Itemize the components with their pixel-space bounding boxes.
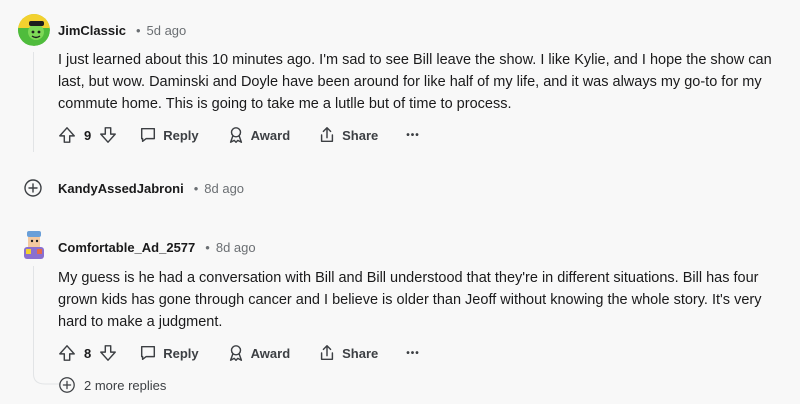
expand-plus-icon [59, 377, 75, 393]
reply-bubble-icon [141, 345, 156, 361]
award-label: Award [250, 345, 291, 361]
comment-age[interactable]: 8d ago [204, 181, 244, 196]
upvote-icon [59, 127, 75, 143]
comment-body: My guess is he had a conversation with B… [58, 270, 762, 330]
reply-label: Reply [163, 345, 199, 361]
comment-username[interactable]: KandyAssedJabroni [58, 181, 184, 196]
reply-bubble-icon [141, 127, 156, 143]
more-options-icon: ••• [406, 129, 420, 141]
share-button[interactable]: Share [318, 126, 378, 144]
more-options-button[interactable]: ••• [406, 130, 420, 141]
comment-age[interactable]: 5d ago [147, 23, 187, 38]
avatar-image [18, 229, 50, 261]
avatar-comfortable-ad-2577[interactable] [18, 229, 50, 261]
meta-separator: • [135, 23, 141, 38]
reply-button[interactable]: Reply [139, 126, 199, 144]
downvote-icon [100, 127, 117, 143]
more-options-button[interactable]: ••• [406, 348, 420, 359]
more-options-icon: ••• [406, 347, 420, 359]
thread-line[interactable] [33, 266, 34, 370]
comment-actions: 8 Reply Award Share ••• [58, 341, 420, 365]
comment-username[interactable]: JimClassic [58, 23, 126, 38]
share-icon [321, 127, 334, 143]
upvote-button[interactable] [58, 344, 76, 362]
downvote-button[interactable] [99, 344, 117, 362]
more-replies-label: 2 more replies [84, 377, 167, 393]
share-button[interactable]: Share [318, 344, 378, 362]
expand-comment-button[interactable] [23, 178, 43, 198]
more-replies-button[interactable]: 2 more replies [58, 376, 166, 394]
avatar-image [18, 14, 50, 46]
reply-label: Reply [163, 127, 199, 143]
award-icon [229, 127, 242, 143]
comment-username[interactable]: Comfortable_Ad_2577 [58, 240, 195, 255]
comment-actions: 9 Reply Award Share ••• [58, 123, 420, 147]
award-button[interactable]: Award [227, 344, 291, 362]
share-label: Share [342, 345, 379, 361]
vote-count: 9 [84, 127, 92, 143]
thread-line[interactable] [33, 52, 34, 152]
share-icon [321, 345, 334, 361]
meta-separator: • [193, 181, 199, 196]
share-label: Share [342, 127, 379, 143]
downvote-button[interactable] [99, 126, 117, 144]
downvote-icon [100, 345, 117, 361]
vote-count: 8 [84, 345, 92, 361]
comment-body: I just learned about this 10 minutes ago… [58, 52, 772, 112]
comment-age[interactable]: 8d ago [216, 240, 256, 255]
award-button[interactable]: Award [227, 126, 291, 144]
expand-plus-icon [24, 179, 42, 197]
upvote-button[interactable] [58, 126, 76, 144]
avatar-jimclassic[interactable] [18, 14, 50, 46]
award-icon [229, 345, 242, 361]
award-label: Award [250, 127, 291, 143]
meta-separator: • [205, 240, 210, 255]
reply-button[interactable]: Reply [139, 344, 199, 362]
upvote-icon [59, 345, 75, 361]
